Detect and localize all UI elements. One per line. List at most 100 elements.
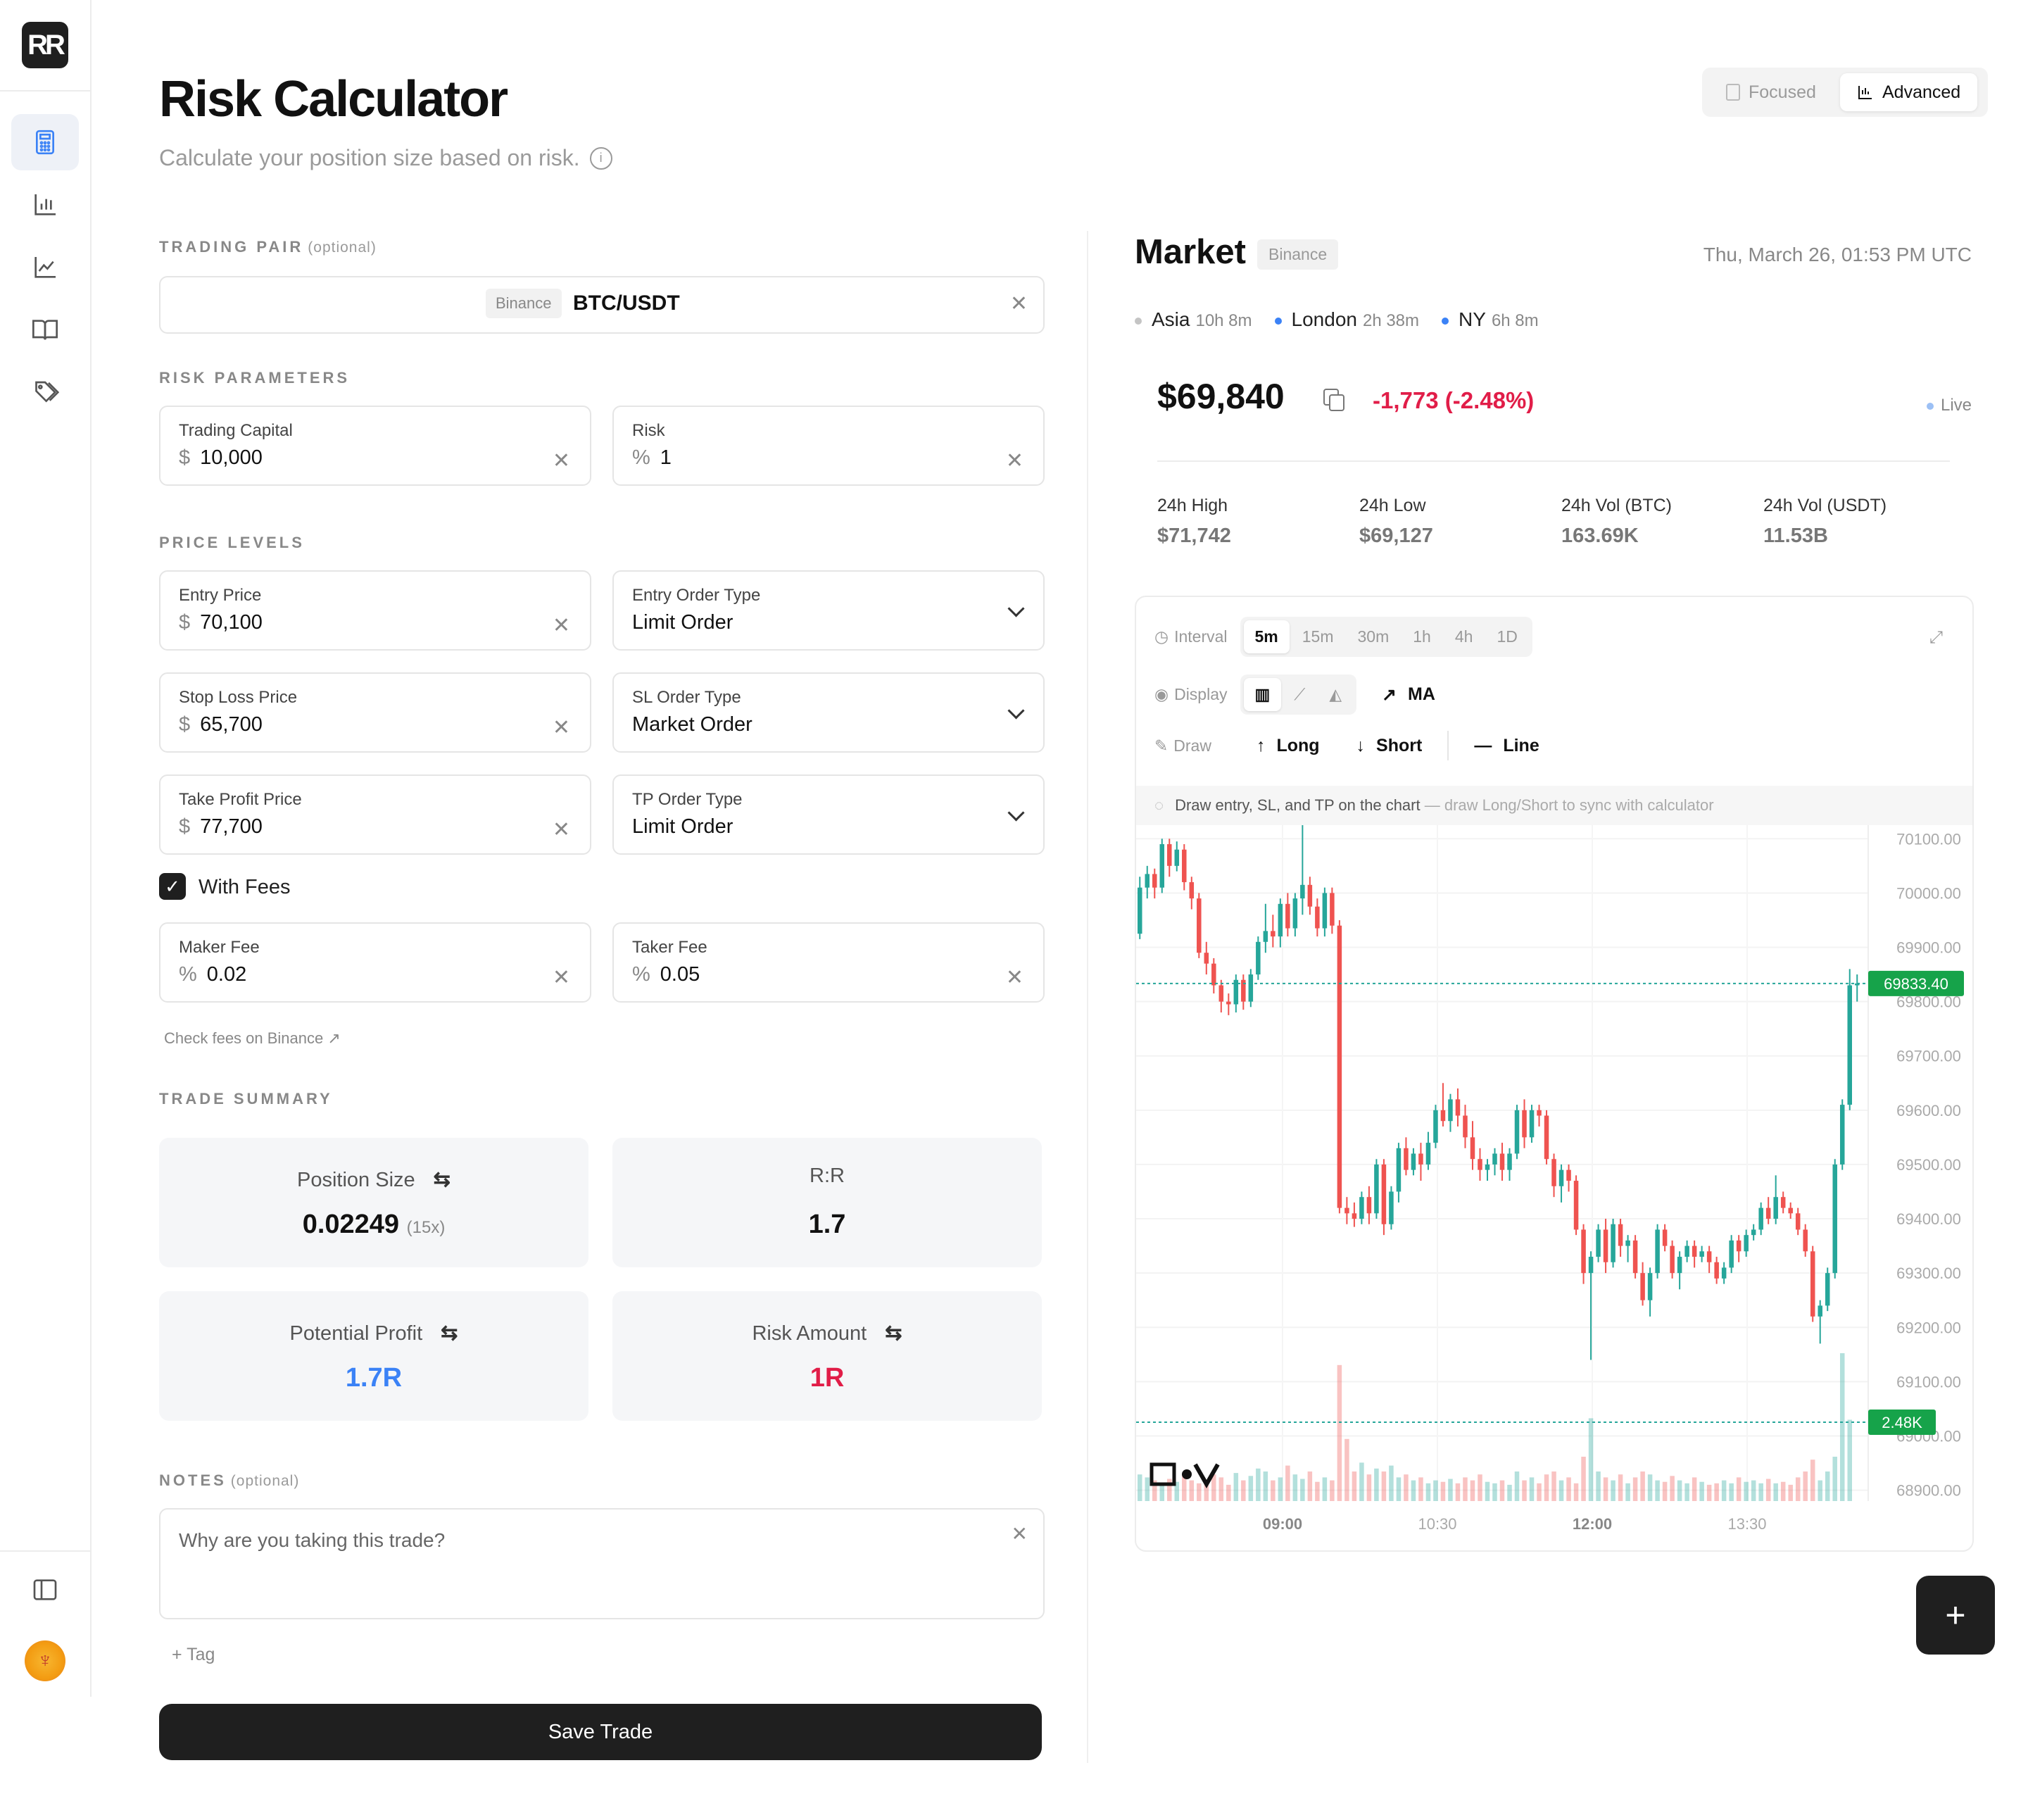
area-icon[interactable]: ◭ — [1318, 678, 1353, 711]
stop-loss-price-field[interactable]: Stop Loss Price $65,700 ✕ — [159, 672, 591, 753]
interval-15m[interactable]: 15m — [1291, 620, 1345, 653]
volume-label: 2.48K — [1882, 1414, 1922, 1431]
interval-4h[interactable]: 4h — [1444, 620, 1485, 653]
draw-line-button[interactable]: — Line — [1474, 736, 1539, 756]
candle-body — [1818, 1305, 1822, 1317]
interval-1h[interactable]: 1h — [1402, 620, 1442, 653]
volume-bar — [1256, 1468, 1261, 1501]
sidebar-item-calculator[interactable] — [11, 114, 79, 170]
trading-capital-input[interactable]: $10,000 — [179, 446, 263, 470]
risk-field[interactable]: Risk % 1 ✕ — [612, 406, 1045, 486]
entry-order-type-select[interactable]: Entry Order Type Limit Order — [612, 570, 1045, 651]
clear-entry-price-icon[interactable]: ✕ — [553, 615, 570, 636]
candle-body — [1256, 941, 1261, 975]
volume-bar — [1803, 1471, 1808, 1501]
optional-label: (optional) — [308, 239, 377, 256]
clear-maker-fee-icon[interactable]: ✕ — [553, 967, 570, 989]
copy-icon[interactable] — [1323, 389, 1344, 411]
volume-bar — [1485, 1481, 1490, 1501]
trading-pair-field[interactable]: Binance BTC/USDT ✕ — [159, 276, 1045, 334]
stop-loss-price-input[interactable]: $65,700 — [179, 713, 263, 736]
add-tag-button[interactable]: + Tag — [172, 1645, 215, 1665]
volume-bars — [1137, 1353, 1852, 1501]
taker-fee-field[interactable]: Taker Fee % 0.05 ✕ — [612, 922, 1045, 1003]
candle-body — [1285, 903, 1290, 929]
candle-body — [1588, 1257, 1594, 1274]
page-subtitle-text: Calculate your position size based on ri… — [159, 145, 580, 170]
live-dot — [1926, 402, 1934, 410]
volume-bar — [1788, 1484, 1793, 1501]
candle-body — [1596, 1229, 1601, 1257]
sidebar-item-analytics[interactable] — [11, 177, 79, 233]
clear-trading-capital-icon[interactable]: ✕ — [553, 451, 570, 472]
volume-bar — [1145, 1477, 1150, 1501]
user-avatar[interactable]: ♆ — [25, 1640, 65, 1681]
interval-5m[interactable]: 5m — [1243, 620, 1290, 653]
clear-stop-loss-icon[interactable]: ✕ — [553, 717, 570, 739]
maker-fee-field[interactable]: Maker Fee % 0.02 ✕ — [159, 922, 591, 1003]
candle-body — [1145, 874, 1150, 888]
sl-order-type-label: SL Order Type — [632, 688, 741, 707]
calculator-icon — [36, 130, 54, 155]
clear-take-profit-icon[interactable]: ✕ — [553, 820, 570, 841]
take-profit-price-input[interactable]: $77,700 — [179, 815, 263, 839]
swap-icon[interactable]: ⇆ — [885, 1321, 902, 1345]
draw-long-button[interactable]: ↑ Long — [1257, 736, 1320, 756]
plus-icon: + — [1945, 1595, 1966, 1635]
sidebar-item-tags[interactable] — [11, 365, 79, 421]
maker-fee-input[interactable]: % 0.02 — [179, 963, 246, 986]
swap-icon[interactable]: ⇆ — [441, 1321, 458, 1345]
candle-body — [1211, 963, 1216, 986]
check-fees-link[interactable]: Check fees on Binance ↗ — [164, 1029, 341, 1048]
volume-bar — [1721, 1480, 1727, 1501]
sidebar-toggle-button[interactable] — [11, 1562, 79, 1618]
tp-order-type-select[interactable]: TP Order Type Limit Order — [612, 774, 1045, 855]
candles-icon[interactable]: ▥ — [1243, 678, 1282, 711]
add-button[interactable]: + — [1916, 1576, 1995, 1655]
draw-short-button[interactable]: ↓ Short — [1356, 736, 1423, 756]
clear-notes-icon[interactable]: ✕ — [1012, 1522, 1028, 1545]
interval-30m[interactable]: 30m — [1347, 620, 1401, 653]
candle-body — [1714, 1262, 1719, 1279]
sidebar-item-journal[interactable] — [11, 302, 79, 358]
dashed-circle-icon: ◌ — [1154, 796, 1164, 814]
clear-taker-fee-icon[interactable]: ✕ — [1006, 967, 1024, 989]
candlestick-chart[interactable]: 70100.0070000.0069900.0069800.0069700.00… — [1136, 825, 1971, 1550]
candle-body — [1692, 1245, 1697, 1257]
entry-price-input[interactable]: $70,100 — [179, 611, 263, 634]
candle-body — [1744, 1235, 1749, 1252]
volume-bar — [1818, 1480, 1822, 1501]
notes-textarea[interactable]: Why are you taking this trade? ✕ — [159, 1508, 1045, 1619]
volume-bar — [1448, 1479, 1453, 1501]
clear-pair-icon[interactable]: ✕ — [1010, 291, 1028, 316]
save-trade-button[interactable]: Save Trade — [159, 1704, 1042, 1760]
with-fees-checkbox[interactable]: ✓ — [159, 873, 186, 900]
focused-mode-button[interactable]: Focused — [1709, 73, 1833, 111]
risk-input[interactable]: % 1 — [632, 446, 672, 470]
taker-fee-input[interactable]: % 0.05 — [632, 963, 700, 986]
with-fees-label[interactable]: With Fees — [199, 876, 291, 899]
clear-risk-icon[interactable]: ✕ — [1006, 451, 1024, 472]
take-profit-price-field[interactable]: Take Profit Price $77,700 ✕ — [159, 774, 591, 855]
app-logo[interactable]: RR — [22, 22, 68, 68]
line-icon[interactable]: ⟋ — [1283, 678, 1316, 711]
candle-body — [1573, 1181, 1579, 1230]
volume-bar — [1440, 1481, 1446, 1501]
swap-icon[interactable]: ⇆ — [434, 1167, 451, 1192]
interval-1d[interactable]: 1D — [1485, 620, 1528, 653]
volume-bar — [1315, 1481, 1320, 1501]
candles — [1137, 825, 1860, 1360]
entry-price-field[interactable]: Entry Price $70,100 ✕ — [159, 570, 591, 651]
advanced-mode-button[interactable]: Advanced — [1840, 73, 1978, 111]
info-icon[interactable]: i — [589, 146, 612, 170]
candle-body — [1662, 1229, 1668, 1246]
trading-capital-field[interactable]: Trading Capital $10,000 ✕ — [159, 406, 591, 486]
ma-button[interactable]: ↗ MA — [1382, 684, 1435, 705]
volume-bar — [1359, 1462, 1364, 1501]
expand-icon[interactable]: ⤢ — [1929, 628, 1943, 648]
sidebar-item-performance[interactable] — [11, 239, 79, 296]
sl-order-type-select[interactable]: SL Order Type Market Order — [612, 672, 1045, 753]
entry-price-value: 70,100 — [200, 611, 263, 634]
candle-body — [1322, 893, 1328, 929]
candle-body — [1204, 953, 1209, 964]
